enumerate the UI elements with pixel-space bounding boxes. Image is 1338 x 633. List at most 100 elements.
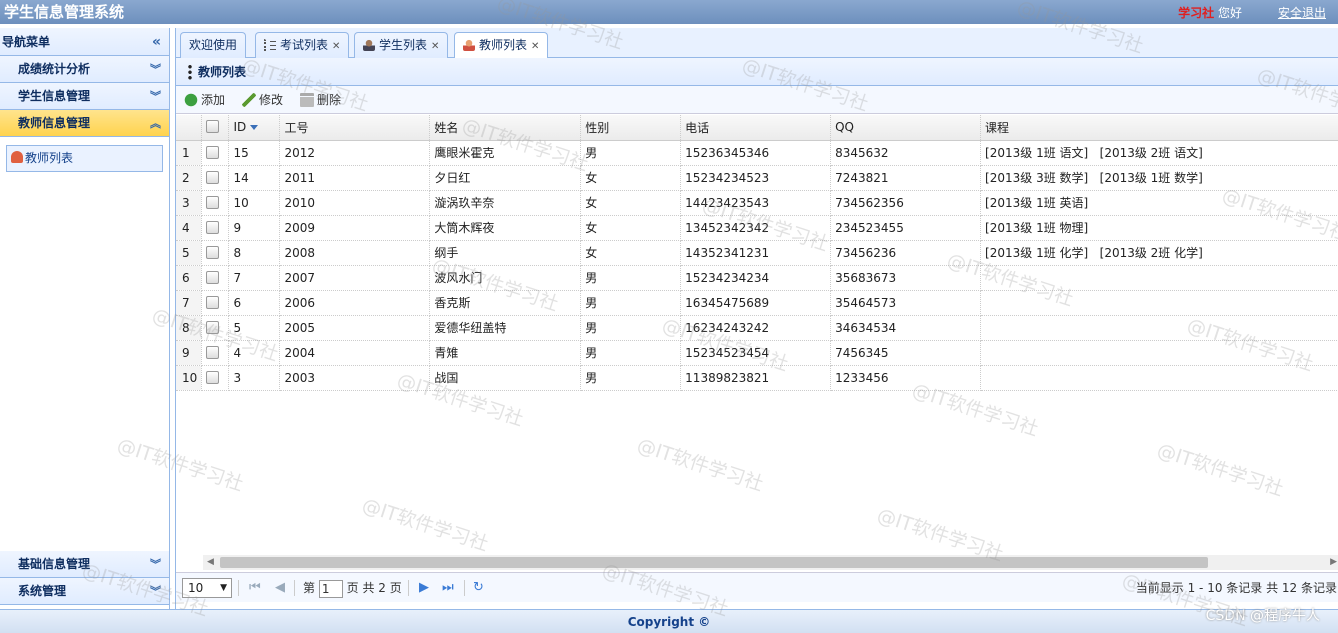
- close-icon[interactable]: ✕: [332, 41, 340, 52]
- footer: Copyright ©: [0, 609, 1338, 633]
- table-row[interactable]: 7 6 2006 香克斯男 16345475689 35464573: [176, 290, 1338, 316]
- sidebar-group-system[interactable]: 系统管理 ︾: [0, 578, 169, 605]
- add-button[interactable]: 添加: [184, 86, 225, 114]
- collapse-left-icon[interactable]: «: [152, 28, 161, 56]
- table-header-row: ID 工号 姓名 性别 电话 QQ 课程: [176, 115, 1338, 141]
- scroll-left-icon[interactable]: ◀: [207, 557, 214, 567]
- row-checkbox[interactable]: [206, 370, 220, 384]
- page-size-value: 10: [188, 581, 204, 595]
- row-number-cell: 2: [176, 165, 203, 191]
- gender-cell: 女: [580, 165, 682, 191]
- logout-link[interactable]: 安全退出: [1278, 4, 1326, 21]
- sidebar-group-teacher-info[interactable]: 教师信息管理 ︽: [0, 110, 169, 137]
- select-all-checkbox[interactable]: [206, 120, 220, 134]
- last-page-icon[interactable]: ⏭: [442, 573, 454, 603]
- qq-cell: 34634534: [830, 315, 982, 341]
- table-row[interactable]: 9 4 2004 青雉男 15234523454 7456345: [176, 340, 1338, 366]
- column-header-qq[interactable]: QQ: [830, 115, 982, 141]
- sidebar-group-student-info[interactable]: 学生信息管理 ︾: [0, 83, 169, 110]
- sidebar-group-basic-info[interactable]: 基础信息管理 ︾: [0, 551, 169, 578]
- course-cell: [2013级 1班 语文] [2013级 2班 语文]: [980, 140, 1338, 166]
- close-icon[interactable]: ✕: [431, 41, 439, 52]
- table-row[interactable]: 3 10 2010 漩涡玖辛奈女 14423423543 734562356 [2013级 …: [176, 190, 1338, 216]
- close-icon[interactable]: ✕: [531, 41, 539, 52]
- column-header-gender[interactable]: 性别: [580, 115, 682, 141]
- id-cell: 8: [228, 240, 281, 266]
- tab-welcome[interactable]: 欢迎使用: [180, 32, 247, 58]
- gender-cell: 女: [580, 190, 682, 216]
- row-checkbox[interactable]: [206, 195, 220, 209]
- column-header-phone[interactable]: 电话: [680, 115, 832, 141]
- teacher-table: ID 工号 姓名 性别 电话 QQ 课程 1 15 2012 鹰眼米霍克男 152363…: [176, 115, 1338, 391]
- tab-teacher-list[interactable]: 教师列表 ✕: [454, 32, 549, 59]
- sidebar-group-label: 基础信息管理: [18, 557, 91, 571]
- table-row[interactable]: 4 9 2009 大筒木辉夜女 13452342342 234523455 [2013级 1…: [176, 215, 1338, 241]
- sidebar-group-score-stats[interactable]: 成绩统计分析 ︾: [0, 56, 169, 83]
- scrollbar-thumb[interactable]: [220, 557, 1208, 568]
- nav-menu-header: 导航菜单 «: [0, 28, 169, 56]
- tab-student-list[interactable]: 学生列表 ✕: [354, 32, 449, 58]
- name-cell: 漩涡玖辛奈: [429, 190, 582, 216]
- row-checkbox[interactable]: [206, 270, 220, 284]
- table-row[interactable]: 6 7 2007 波风水门男 15234234234 35683673: [176, 265, 1338, 291]
- copyright-text: Copyright ©: [627, 615, 711, 629]
- row-checkbox[interactable]: [206, 220, 220, 234]
- chevron-down-icon[interactable]: ︾: [150, 56, 161, 83]
- edit-button-label: 修改: [259, 93, 284, 107]
- tab-exam-list[interactable]: 考试列表 ✕: [255, 32, 350, 58]
- id-cell: 15: [228, 140, 281, 166]
- row-select-cell: [201, 140, 230, 166]
- row-checkbox[interactable]: [206, 320, 220, 334]
- job-no-cell: 2005: [279, 315, 431, 341]
- qq-cell: 7456345: [830, 340, 982, 366]
- page-label: 第 1 页 共 2 页: [303, 573, 402, 603]
- sidebar-item-teacher-list[interactable]: 教师列表: [6, 145, 163, 172]
- table-row[interactable]: 8 5 2005 爱德华纽盖特男 16234243242 34634534: [176, 315, 1338, 341]
- select-all-header: [201, 115, 230, 141]
- row-select-cell: [201, 265, 230, 291]
- chevron-down-icon[interactable]: ︾: [150, 578, 161, 605]
- gender-cell: 男: [580, 315, 682, 341]
- teacher-icon: [463, 39, 475, 51]
- table-row[interactable]: 1 15 2012 鹰眼米霍克男 15236345346 8345632 [2013级 1班…: [176, 140, 1338, 166]
- column-header-course[interactable]: 课程: [980, 115, 1338, 141]
- course-cell: [980, 340, 1338, 366]
- row-checkbox[interactable]: [206, 170, 220, 184]
- chevron-up-icon[interactable]: ︽: [150, 110, 161, 137]
- row-number-cell: 6: [176, 265, 203, 291]
- edit-button[interactable]: 修改: [242, 86, 283, 114]
- delete-button-label: 删除: [317, 93, 342, 107]
- tab-label: 教师列表: [479, 38, 528, 52]
- first-page-icon[interactable]: ⏮: [249, 573, 261, 603]
- table-row[interactable]: 5 8 2008 纲手女 14352341231 73456236 [2013级 1班 化学…: [176, 240, 1338, 266]
- job-no-cell: 2010: [279, 190, 431, 216]
- prev-page-icon[interactable]: ◀: [275, 573, 285, 603]
- csdn-watermark: CSDN @程序牛人: [1205, 608, 1320, 624]
- chevron-down-icon[interactable]: ︾: [150, 551, 161, 578]
- phone-cell: 15236345346: [680, 140, 832, 166]
- add-button-label: 添加: [201, 93, 226, 107]
- row-number-cell: 7: [176, 290, 203, 316]
- row-checkbox[interactable]: [206, 295, 220, 309]
- gender-cell: 男: [580, 265, 682, 291]
- row-checkbox[interactable]: [206, 345, 220, 359]
- column-header-name[interactable]: 姓名: [429, 115, 582, 141]
- delete-button[interactable]: 删除: [300, 86, 341, 114]
- column-header-id[interactable]: ID: [228, 115, 281, 141]
- pager-divider: [408, 580, 409, 596]
- column-header-job-no[interactable]: 工号: [279, 115, 431, 141]
- row-checkbox[interactable]: [206, 245, 220, 259]
- table-row[interactable]: 2 14 2011 夕日红女 15234234523 7243821 [2013级 3班 数…: [176, 165, 1338, 191]
- course-cell: [2013级 1班 英语]: [980, 190, 1338, 216]
- scroll-right-icon[interactable]: ▶: [1330, 557, 1337, 567]
- row-select-cell: [201, 240, 230, 266]
- refresh-icon[interactable]: ↻: [473, 573, 484, 603]
- chevron-down-icon[interactable]: ︾: [150, 83, 161, 110]
- horizontal-scrollbar[interactable]: ◀ ▶: [203, 555, 1338, 570]
- page-size-select[interactable]: 10 ▼: [182, 578, 232, 598]
- id-cell: 5: [228, 315, 281, 341]
- next-page-icon[interactable]: ▶: [419, 573, 429, 603]
- table-row[interactable]: 10 3 2003 战国男 11389823821 1233456: [176, 365, 1338, 391]
- row-checkbox[interactable]: [206, 145, 220, 159]
- page-number-input[interactable]: 1: [318, 579, 343, 598]
